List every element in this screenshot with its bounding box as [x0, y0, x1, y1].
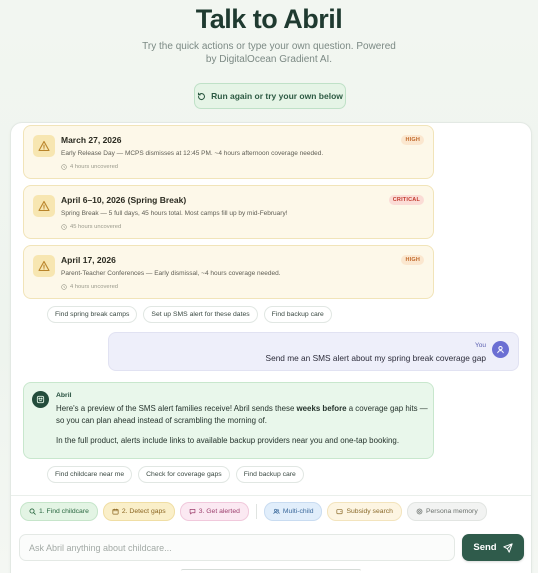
find-childcare-button[interactable]: 1. Find childcare: [20, 502, 98, 521]
search-icon: [29, 508, 36, 515]
message-sender: Abril: [56, 392, 72, 399]
severity-badge: HIGH: [401, 255, 424, 265]
gap-uncovered: 4 hours uncovered: [61, 164, 118, 170]
users-icon: [273, 508, 280, 515]
gap-description: Spring Break — 5 full days, 45 hours tot…: [61, 210, 288, 217]
send-icon: [502, 542, 513, 553]
composer: Send: [19, 534, 524, 561]
clock-icon: [61, 224, 67, 230]
severity-badge: CRITICAL: [388, 195, 424, 205]
quick-actions-toolbar: 1. Find childcare 2. Detect gaps 3. Get …: [11, 495, 531, 521]
gap-description: Early Release Day — MCPS dismisses at 12…: [61, 150, 324, 157]
severity-badge: HIGH: [401, 135, 424, 145]
clock-icon: [61, 164, 67, 170]
message-text: Send me an SMS alert about my spring bre…: [265, 353, 486, 363]
suggestion-find-spring-break-camps[interactable]: Find spring break camps: [47, 306, 138, 323]
gap-card: April 6–10, 2026 (Spring Break) Spring B…: [23, 185, 434, 239]
gap-date: April 17, 2026: [61, 255, 116, 265]
send-button[interactable]: Send: [462, 534, 524, 561]
page-subtitle: Try the quick actions or type your own q…: [142, 41, 396, 65]
multi-child-label: Multi-child: [282, 508, 314, 515]
gap-date: April 6–10, 2026 (Spring Break): [61, 195, 187, 205]
scroll-indicator: [181, 569, 361, 573]
message-text-part: Here's a preview of the SMS alert famili…: [56, 404, 297, 413]
gap-uncovered-text: 45 hours uncovered: [70, 224, 122, 230]
suggestion-sms-alert[interactable]: Set up SMS alert for these dates: [143, 306, 258, 323]
suggestion-chips: Find spring break camps Set up SMS alert…: [47, 306, 332, 323]
detect-gaps-button[interactable]: 2. Detect gaps: [102, 502, 175, 521]
find-childcare-label: 1. Find childcare: [39, 508, 89, 515]
clock-icon: [61, 284, 67, 290]
gap-card: March 27, 2026 Early Release Day — MCPS …: [23, 125, 434, 179]
abril-avatar-icon: [32, 391, 49, 408]
get-alerted-button[interactable]: 3. Get alerted: [179, 502, 249, 521]
message-text-part: In the full product, alerts include link…: [56, 435, 400, 445]
suggestion-find-backup-care[interactable]: Find backup care: [263, 306, 332, 323]
suggestion-find-childcare[interactable]: Find childcare near me: [47, 466, 133, 483]
warning-icon: [33, 255, 55, 277]
subsidy-search-label: Subsidy search: [346, 508, 393, 515]
toolbar-divider: [255, 504, 257, 519]
gap-uncovered-text: 4 hours uncovered: [70, 164, 119, 170]
persona-memory-button[interactable]: Persona memory: [406, 502, 487, 521]
user-avatar-icon: [492, 341, 509, 358]
get-alerted-label: 3. Get alerted: [198, 508, 240, 515]
hero: Talk to Abril Try the quick actions or t…: [0, 0, 538, 66]
calendar-icon: [112, 508, 119, 515]
gap-uncovered: 4 hours uncovered: [61, 284, 118, 290]
gap-date: March 27, 2026: [61, 135, 122, 145]
gap-card: April 17, 2026 Parent-Teacher Conference…: [23, 245, 434, 299]
message-text: Here's a preview of the SMS alert famili…: [56, 403, 428, 447]
run-again-label: Run again or try your own below: [211, 91, 343, 101]
persona-memory-label: Persona memory: [425, 508, 478, 515]
chat-input[interactable]: [19, 534, 455, 561]
gap-uncovered-text: 4 hours uncovered: [70, 284, 119, 290]
detect-gaps-label: 2. Detect gaps: [121, 508, 166, 515]
chat-panel: March 27, 2026 Early Release Day — MCPS …: [10, 122, 532, 573]
warning-icon: [33, 195, 55, 217]
gap-uncovered: 45 hours uncovered: [61, 224, 121, 230]
user-message: You Send me an SMS alert about my spring…: [108, 332, 519, 371]
run-again-button[interactable]: Run again or try your own below: [194, 83, 346, 109]
suggestion-chips: Find childcare near me Check for coverag…: [47, 466, 304, 483]
memory-icon: [416, 508, 423, 515]
chat-icon: [189, 509, 196, 515]
subsidy-search-button[interactable]: Subsidy search: [327, 502, 402, 521]
message-text-emphasis: weeks before: [296, 404, 347, 413]
send-label: Send: [473, 542, 497, 553]
assistant-message: Abril Here's a preview of the SMS alert …: [23, 382, 434, 459]
refresh-icon: [198, 92, 206, 100]
suggestion-find-backup-care[interactable]: Find backup care: [235, 466, 304, 483]
wallet-icon: [336, 509, 343, 515]
gap-description: Parent-Teacher Conferences — Early dismi…: [61, 270, 281, 277]
message-sender: You: [475, 342, 486, 349]
multi-child-button[interactable]: Multi-child: [263, 502, 323, 521]
suggestion-check-gaps[interactable]: Check for coverage gaps: [138, 466, 230, 483]
warning-icon: [33, 135, 55, 157]
page-title: Talk to Abril: [195, 4, 343, 34]
